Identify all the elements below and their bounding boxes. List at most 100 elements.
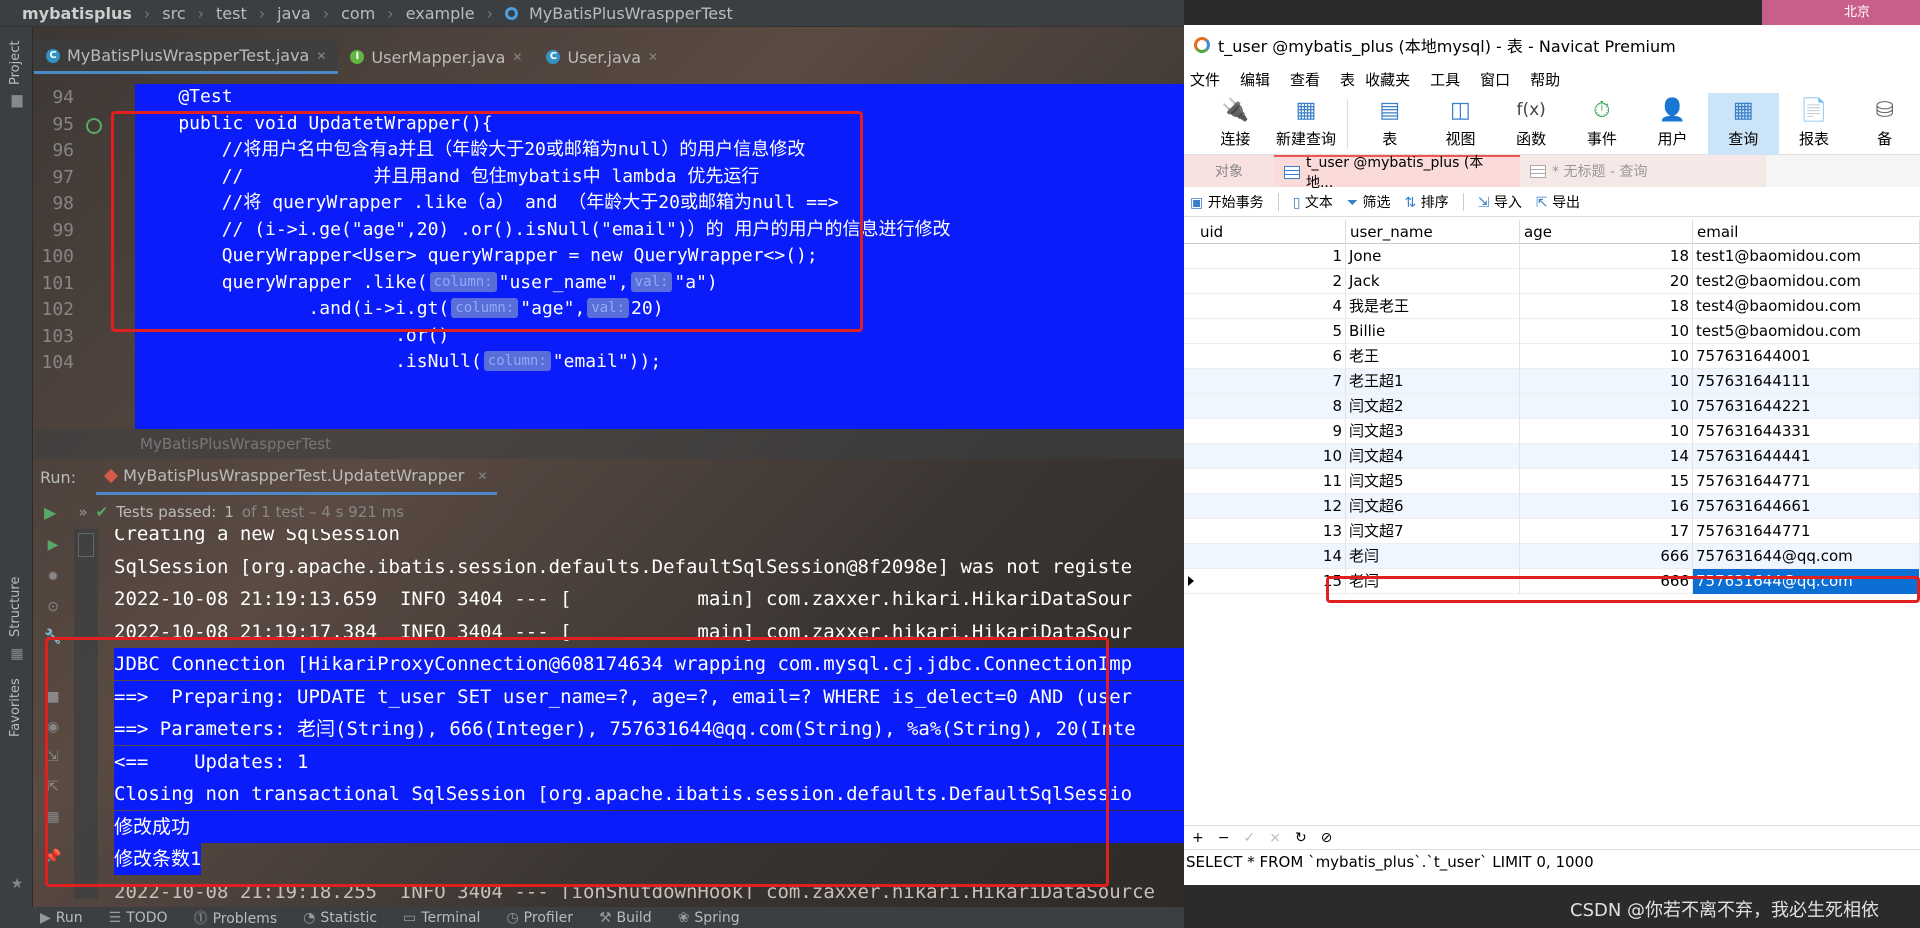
menu-item[interactable]: 编辑: [1240, 69, 1270, 90]
table-cell[interactable]: 15: [1520, 469, 1693, 494]
table-cell[interactable]: 15: [1196, 569, 1346, 594]
table-cell[interactable]: 757631644441: [1693, 444, 1920, 469]
table-cell[interactable]: test1@baomidou.com: [1693, 244, 1920, 269]
table-cell[interactable]: Jone: [1346, 244, 1520, 269]
menu-item[interactable]: 窗口: [1480, 69, 1510, 90]
toolbar-button[interactable]: ▦ 新建查询: [1271, 93, 1342, 155]
table-cell[interactable]: 老王超1: [1346, 369, 1520, 394]
tab-untitled-query[interactable]: * 无标题 - 查询: [1520, 155, 1766, 187]
table-row[interactable]: 12 闫文超6 16 757631644661: [1184, 494, 1920, 519]
delete-record-button[interactable]: −: [1218, 830, 1230, 846]
grid-toolbar-button[interactable]: ⇱ 导出: [1536, 192, 1580, 212]
table-row[interactable]: 13 闫文超7 17 757631644771: [1184, 519, 1920, 544]
run-test-icon[interactable]: [86, 117, 102, 134]
grid-toolbar-button[interactable]: ⏷ 筛选: [1347, 192, 1391, 212]
tool-window-button[interactable]: ◷ Profiler: [506, 910, 573, 926]
toolbar-button[interactable]: f(x) 函数: [1496, 93, 1567, 155]
tool-window-button[interactable]: ☰ TODO: [109, 910, 168, 926]
expand-icon[interactable]: »: [78, 503, 87, 521]
column-header[interactable]: uid: [1196, 220, 1346, 244]
table-cell[interactable]: 10: [1520, 369, 1693, 394]
run-config-tab[interactable]: MyBatisPlusWraspperTest.UpdatetWrapper ✕: [96, 459, 498, 495]
table-cell[interactable]: 757631644@qq.com: [1693, 544, 1920, 569]
tool-window-button[interactable]: ⚒ Build: [599, 910, 652, 926]
table-cell[interactable]: 20: [1520, 269, 1693, 294]
editor-tab[interactable]: I UserMapper.java ✕: [338, 40, 534, 74]
table-row[interactable]: 1 Jone 18 test1@baomidou.com: [1184, 244, 1920, 269]
close-icon[interactable]: ✕: [648, 50, 658, 64]
table-cell[interactable]: 17: [1520, 519, 1693, 544]
project-tool-tab[interactable]: Project: [8, 41, 23, 85]
table-cell[interactable]: 闫文超6: [1346, 494, 1520, 519]
toolbar-button[interactable]: ▤ 表: [1354, 93, 1425, 155]
table-cell[interactable]: Billie: [1346, 319, 1520, 344]
table-cell[interactable]: 8: [1196, 394, 1346, 419]
table-cell[interactable]: 18: [1520, 244, 1693, 269]
table-cell[interactable]: 我是老王: [1346, 294, 1520, 319]
table-row[interactable]: 11 闫文超5 15 757631644771: [1184, 469, 1920, 494]
debug-icon[interactable]: ✹: [44, 569, 62, 585]
menu-item[interactable]: 帮助: [1530, 69, 1560, 90]
table-cell[interactable]: 10: [1196, 444, 1346, 469]
table-cell[interactable]: 1: [1196, 244, 1346, 269]
table-cell[interactable]: 闫文超4: [1346, 444, 1520, 469]
table-cell[interactable]: 闫文超7: [1346, 519, 1520, 544]
editor-tab[interactable]: C User.java ✕: [534, 40, 670, 74]
breadcrumb-item[interactable]: example: [406, 4, 475, 23]
close-icon[interactable]: ✕: [316, 49, 326, 63]
menu-item[interactable]: 查看: [1290, 69, 1320, 90]
table-cell[interactable]: test5@baomidou.com: [1693, 319, 1920, 344]
breadcrumb-item[interactable]: src: [162, 4, 185, 23]
table-cell[interactable]: 757631644771: [1693, 519, 1920, 544]
menu-item[interactable]: 表: [1340, 69, 1355, 90]
tool-window-button[interactable]: ▭ Terminal: [403, 910, 480, 926]
stop-button[interactable]: ⊘: [1321, 830, 1333, 846]
structure-tool-tab[interactable]: Structure: [8, 577, 23, 637]
table-cell[interactable]: 5: [1196, 319, 1346, 344]
toolbar-button[interactable]: 📄 报表: [1779, 93, 1850, 155]
menu-item[interactable]: 收藏夹: [1365, 69, 1410, 90]
table-cell[interactable]: 757631644331: [1693, 419, 1920, 444]
table-row[interactable]: 8 闫文超2 10 757631644221: [1184, 394, 1920, 419]
breadcrumb-item[interactable]: mybatisplus: [22, 4, 132, 23]
table-row[interactable]: 9 闫文超3 10 757631644331: [1184, 419, 1920, 444]
table-cell[interactable]: 7: [1196, 369, 1346, 394]
table-cell[interactable]: 13: [1196, 519, 1346, 544]
table-cell[interactable]: 9: [1196, 419, 1346, 444]
table-cell[interactable]: 757631644111: [1693, 369, 1920, 394]
menu-item[interactable]: 文件: [1190, 69, 1220, 90]
table-row[interactable]: 7 老王超1 10 757631644111: [1184, 369, 1920, 394]
tool-window-button[interactable]: ❀ Spring: [678, 910, 740, 926]
table-row[interactable]: 2 Jack 20 test2@baomidou.com: [1184, 269, 1920, 294]
toolbar-button[interactable]: ⏱ 事件: [1567, 93, 1638, 155]
table-cell[interactable]: 14: [1520, 444, 1693, 469]
table-cell[interactable]: 757631644221: [1693, 394, 1920, 419]
rerun-icon[interactable]: ▶: [44, 537, 62, 553]
table-cell[interactable]: 闫文超2: [1346, 394, 1520, 419]
table-cell[interactable]: 闫文超5: [1346, 469, 1520, 494]
table-cell[interactable]: test2@baomidou.com: [1693, 269, 1920, 294]
toolbar-button[interactable]: 👤 用户: [1637, 93, 1708, 155]
apply-button[interactable]: ✓: [1243, 830, 1255, 846]
breadcrumb-item[interactable]: test: [216, 4, 247, 23]
column-header[interactable]: email: [1693, 220, 1920, 244]
tool-window-button[interactable]: ▶ Run: [40, 910, 83, 926]
close-icon[interactable]: ✕: [477, 469, 487, 483]
table-cell[interactable]: Jack: [1346, 269, 1520, 294]
rerun-icon[interactable]: ▶: [44, 503, 56, 522]
table-row[interactable]: 10 闫文超4 14 757631644441: [1184, 444, 1920, 469]
add-record-button[interactable]: +: [1192, 830, 1204, 846]
column-header[interactable]: user_name: [1346, 220, 1520, 244]
table-cell[interactable]: 757631644661: [1693, 494, 1920, 519]
table-cell[interactable]: 10: [1520, 394, 1693, 419]
table-row[interactable]: 6 老王 10 757631644001: [1184, 344, 1920, 369]
table-cell[interactable]: 闫文超3: [1346, 419, 1520, 444]
tool-window-button[interactable]: ◔ Statistic: [303, 910, 377, 926]
breadcrumb-item[interactable]: com: [341, 4, 375, 23]
table-cell[interactable]: test4@baomidou.com: [1693, 294, 1920, 319]
table-cell[interactable]: 6: [1196, 344, 1346, 369]
table-cell[interactable]: 4: [1196, 294, 1346, 319]
tab-objects[interactable]: 对象: [1184, 155, 1274, 187]
menu-item[interactable]: 工具: [1430, 69, 1460, 90]
tab-t-user[interactable]: t_user @mybatis_plus (本地...: [1274, 155, 1520, 191]
